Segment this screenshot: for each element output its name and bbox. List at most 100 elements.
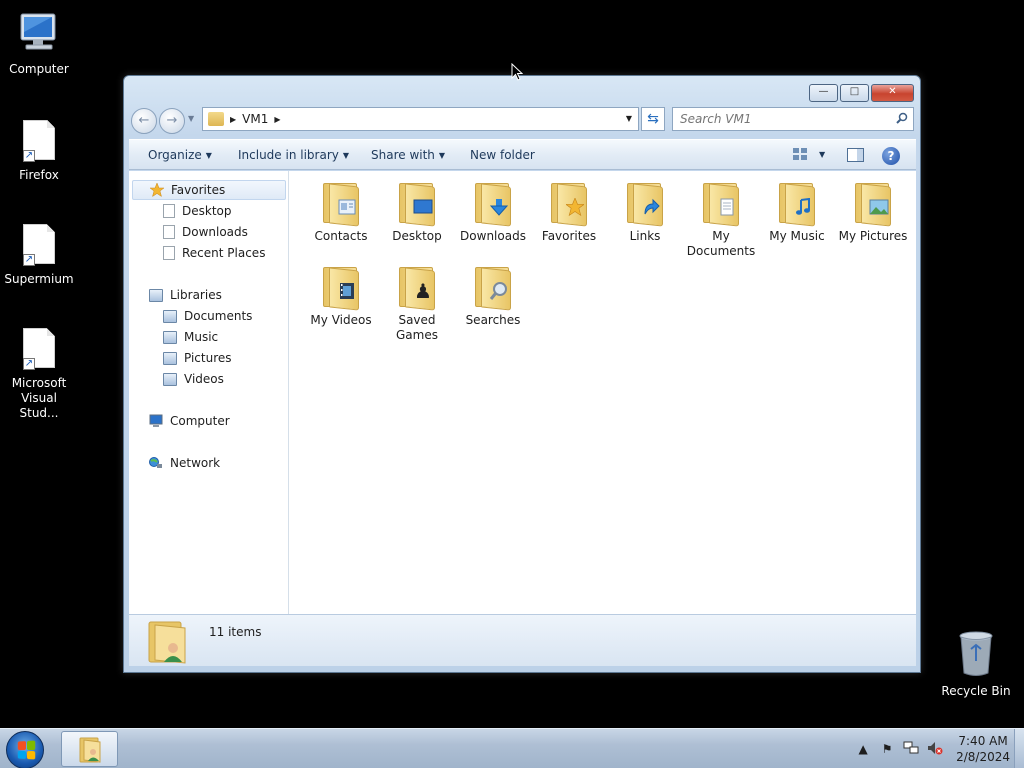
refresh-icon: ⇆ xyxy=(647,111,659,127)
nav-item-favorites[interactable]: Favorites xyxy=(132,180,286,200)
network-status-icon[interactable] xyxy=(902,740,920,758)
nav-label: Network xyxy=(170,456,221,470)
action-center-flag-icon[interactable]: ⚑ xyxy=(878,740,896,758)
more-views-dropdown[interactable]: ▼ xyxy=(819,150,825,159)
nav-label: Pictures xyxy=(184,351,232,365)
documents-library-icon xyxy=(163,309,177,323)
maximize-button[interactable]: □ xyxy=(840,84,869,102)
preview-pane-icon[interactable] xyxy=(847,148,864,162)
folder-label: Desktop xyxy=(392,229,442,243)
start-button[interactable] xyxy=(6,731,44,768)
command-bar: Organize ▼ Include in library ▼ Share with… xyxy=(129,139,916,170)
chevron-down-icon: ▼ xyxy=(819,150,826,159)
folder-my-pictures[interactable]: My Pictures xyxy=(835,181,911,244)
include-in-library-label: Include in library xyxy=(238,148,339,162)
organize-label: Organize xyxy=(148,148,202,162)
picture-icon xyxy=(869,197,889,217)
desktop-icon xyxy=(413,197,433,217)
folder-label: Links xyxy=(629,229,661,243)
desktop-icon-supermium[interactable]: ↗ Supermium xyxy=(0,220,78,287)
page-icon xyxy=(163,246,175,260)
folder-searches[interactable]: Searches xyxy=(455,265,531,328)
folder-desktop[interactable]: Desktop xyxy=(379,181,455,244)
chevron-down-icon: ▼ xyxy=(625,114,632,123)
link-arrow-icon xyxy=(641,197,661,217)
refresh-button[interactable]: ⇆ xyxy=(641,107,665,131)
clock[interactable]: 7:40 AM 2/8/2024 xyxy=(956,733,1010,765)
folder-my-videos[interactable]: My Videos xyxy=(303,265,379,328)
user-folder-icon xyxy=(148,621,186,664)
breadcrumb-arrow-icon[interactable]: ▶ xyxy=(230,115,236,124)
search-box[interactable] xyxy=(672,107,914,131)
nav-label: Documents xyxy=(184,309,253,323)
address-history-dropdown[interactable]: ▼ xyxy=(626,114,632,123)
folder-links[interactable]: Links xyxy=(607,181,683,244)
address-bar[interactable]: ▶ VM1 ▶ ▼ xyxy=(202,107,639,131)
nav-item-pictures[interactable]: Pictures xyxy=(163,348,232,368)
documents-icon xyxy=(717,197,737,217)
star-icon xyxy=(150,183,164,197)
clock-date: 2/8/2024 xyxy=(956,750,1010,764)
blank-document-icon: ↗ xyxy=(15,220,63,268)
desktop-icon-firefox[interactable]: ↗ Firefox xyxy=(0,116,78,183)
contacts-icon xyxy=(337,197,357,217)
chevron-down-icon: ▼ xyxy=(205,151,212,160)
change-view-icon[interactable] xyxy=(793,148,807,161)
desktop-icon-computer[interactable]: Computer xyxy=(0,10,78,77)
film-icon xyxy=(337,281,357,301)
organize-menu[interactable]: Organize ▼ xyxy=(148,148,212,162)
pictures-library-icon xyxy=(163,351,177,365)
folder-contacts[interactable]: Contacts xyxy=(303,181,379,244)
help-icon[interactable]: ? xyxy=(882,147,900,165)
nav-item-computer[interactable]: Computer xyxy=(149,411,230,431)
close-button[interactable]: ✕ xyxy=(871,84,914,102)
computer-icon xyxy=(149,414,163,427)
breadcrumb-arrow-icon[interactable]: ▶ xyxy=(274,115,280,124)
folder-my-documents[interactable]: My Documents xyxy=(683,181,759,259)
chevron-down-icon: ▼ xyxy=(188,114,195,123)
folder-favorites[interactable]: Favorites xyxy=(531,181,607,244)
back-button[interactable]: ← xyxy=(131,108,157,134)
explorer-folder-icon xyxy=(79,737,101,763)
desktop-icon-label: Microsoft Visual Stud... xyxy=(11,376,67,420)
include-in-library-menu[interactable]: Include in library ▼ xyxy=(238,148,349,162)
folder-my-music[interactable]: My Music xyxy=(759,181,835,244)
minimize-button[interactable]: — xyxy=(809,84,838,102)
nav-label: Favorites xyxy=(171,183,226,197)
nav-item-documents[interactable]: Documents xyxy=(163,306,252,326)
forward-button[interactable]: → xyxy=(159,108,185,134)
file-list: Contacts Desktop Downloads Favorites Lin… xyxy=(289,171,916,614)
shortcut-arrow-icon: ↗ xyxy=(23,254,35,266)
back-arrow-icon: ← xyxy=(138,113,150,128)
nav-item-desktop[interactable]: Desktop xyxy=(163,201,232,221)
nav-item-libraries[interactable]: Libraries xyxy=(149,285,222,305)
search-icon[interactable] xyxy=(896,112,908,124)
search-input[interactable] xyxy=(673,112,883,126)
nav-item-recent-places[interactable]: Recent Places xyxy=(163,243,265,263)
show-hidden-icons-arrow-icon[interactable]: ▲ xyxy=(854,740,872,758)
windows-logo-icon xyxy=(17,740,36,760)
nav-label: Downloads xyxy=(182,225,248,239)
desktop-icon-visual-studio[interactable]: ↗ Microsoft Visual Stud... xyxy=(0,324,78,421)
nav-item-music[interactable]: Music xyxy=(163,327,218,347)
page-icon xyxy=(163,204,175,218)
share-with-menu[interactable]: Share with ▼ xyxy=(371,148,445,162)
new-folder-button[interactable]: New folder xyxy=(470,148,535,162)
nav-label: Computer xyxy=(170,414,230,428)
nav-item-downloads[interactable]: Downloads xyxy=(163,222,248,242)
desktop-icon-recycle-bin[interactable]: Recycle Bin xyxy=(937,631,1015,698)
content-area: Favorites Desktop Downloads Recent Place… xyxy=(129,171,916,614)
desktop-icon-label: Firefox xyxy=(19,168,59,182)
folder-label: My Music xyxy=(769,229,825,243)
folder-downloads[interactable]: Downloads xyxy=(455,181,531,244)
recent-pages-dropdown[interactable]: ▼ xyxy=(188,114,194,123)
folder-saved-games[interactable]: ♟ Saved Games xyxy=(379,265,455,343)
taskbar-explorer-button[interactable] xyxy=(61,731,118,767)
nav-item-videos[interactable]: Videos xyxy=(163,369,224,389)
breadcrumb-item-vm1[interactable]: VM1 xyxy=(242,112,268,126)
volume-muted-icon[interactable] xyxy=(926,740,944,758)
show-desktop-button[interactable] xyxy=(1014,729,1024,768)
nav-label: Libraries xyxy=(170,288,222,302)
folder-label: My Documents xyxy=(686,229,756,258)
nav-item-network[interactable]: Network xyxy=(149,453,220,473)
